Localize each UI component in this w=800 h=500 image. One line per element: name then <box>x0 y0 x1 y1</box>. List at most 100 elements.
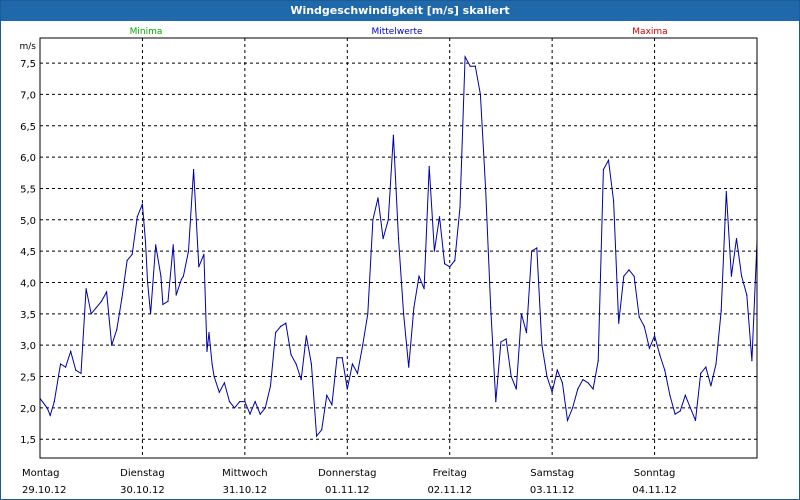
data-point <box>167 300 169 302</box>
data-point <box>689 407 692 409</box>
y-tick-label-10: 6,5 <box>20 122 36 133</box>
data-point <box>254 401 256 403</box>
line-chart: 1,5 2,0 2,5 3,0 3,5 4,0 4,5 5,0 5,5 6,0 6,5 7,0 7,5 m… <box>20 27 758 496</box>
data-point <box>449 266 451 268</box>
data-point <box>111 344 113 346</box>
data-point <box>582 379 584 381</box>
data-point <box>367 313 369 315</box>
data-point <box>162 303 164 305</box>
data-point <box>234 407 236 409</box>
data-point <box>218 391 220 393</box>
data-point <box>643 325 645 327</box>
data-point <box>46 407 48 409</box>
data-point <box>150 313 152 315</box>
data-point <box>438 216 441 218</box>
data-point <box>228 401 231 403</box>
data-point <box>372 219 374 221</box>
data-point <box>90 313 92 315</box>
data-point <box>223 382 225 384</box>
data-point <box>321 429 323 431</box>
data-point <box>536 247 538 249</box>
data-point <box>408 366 410 368</box>
y-tick-label-3: 3,0 <box>20 341 36 352</box>
data-point <box>121 297 123 299</box>
data-point <box>362 344 364 346</box>
data-point <box>387 219 389 221</box>
data-point <box>715 363 717 365</box>
data-point <box>275 332 277 334</box>
data-point <box>106 291 108 293</box>
data-point <box>490 307 492 309</box>
x-tick-day-0: Montag <box>22 468 59 479</box>
x-tick-day-5: Samstag <box>530 468 574 479</box>
y-tick-label-12: 7,5 <box>20 59 36 70</box>
data-point <box>664 369 666 371</box>
data-point <box>397 238 400 240</box>
data-point <box>239 401 241 403</box>
data-point <box>515 388 517 390</box>
data-point <box>433 250 435 252</box>
y-tick-label-5: 4,0 <box>20 278 36 289</box>
data-point <box>346 388 348 390</box>
data-point <box>377 197 379 199</box>
plot-border <box>39 37 758 459</box>
data-point <box>572 407 574 409</box>
data-point <box>479 93 481 95</box>
data-point <box>525 332 528 334</box>
data-point <box>382 238 384 240</box>
data-point <box>674 413 676 415</box>
data-point <box>428 165 430 168</box>
data-point <box>474 65 476 67</box>
data-point <box>566 419 569 421</box>
data-point <box>206 350 208 352</box>
data-point <box>633 275 635 277</box>
grid-lines <box>40 38 757 458</box>
y-tick-label-2: 2,5 <box>20 373 36 384</box>
data-point <box>638 316 640 318</box>
data-point <box>198 266 200 268</box>
y-tick-label-4: 3,5 <box>20 310 36 321</box>
data-point <box>85 288 87 290</box>
data-point <box>187 250 190 252</box>
data-point <box>413 307 415 309</box>
data-point <box>351 363 353 365</box>
data-point <box>331 404 333 406</box>
data-point <box>423 288 425 290</box>
data-point <box>700 372 702 374</box>
data-point <box>316 435 318 437</box>
x-tick-date-0: 29.10.12 <box>22 485 67 496</box>
data-point <box>336 357 338 359</box>
data-point <box>211 363 213 365</box>
data-point <box>244 401 246 403</box>
data-point <box>464 56 466 58</box>
legend: Minima Mittelwerte Maxima <box>130 27 668 37</box>
data-point <box>648 347 651 349</box>
data-point <box>628 269 630 271</box>
data-point <box>259 413 261 415</box>
data-point <box>65 366 67 368</box>
data-point <box>144 241 147 243</box>
y-tick-label-6: 4,5 <box>20 247 36 258</box>
data-point <box>131 253 133 255</box>
data-point <box>147 281 149 284</box>
x-tick-date-4: 02.11.12 <box>427 485 472 496</box>
data-point <box>193 169 195 171</box>
x-tick-date-1: 30.10.12 <box>120 485 165 496</box>
data-point <box>180 278 182 280</box>
x-tick-day-1: Dienstag <box>120 468 165 479</box>
data-point <box>725 191 727 193</box>
data-point <box>735 238 738 240</box>
y-axis: 1,5 2,0 2,5 3,0 3,5 4,0 4,5 5,0 5,5 6,0 6,5 7,0 7,5 m… <box>20 42 37 446</box>
data-point <box>182 275 184 277</box>
data-point <box>305 335 307 337</box>
y-tick-label-0: 1,5 <box>20 435 36 446</box>
x-tick-day-3: Donnerstag <box>318 468 376 479</box>
x-axis: Montag 29.10.12 Dienstag 30.10.12 Mittwoch 31… <box>22 468 677 496</box>
data-point <box>705 366 707 368</box>
data-point <box>454 259 456 262</box>
data-point <box>116 328 118 331</box>
y-tick-label-9: 6,0 <box>20 153 36 164</box>
data-point <box>751 360 753 362</box>
data-point <box>577 388 579 390</box>
data-point <box>172 244 174 246</box>
